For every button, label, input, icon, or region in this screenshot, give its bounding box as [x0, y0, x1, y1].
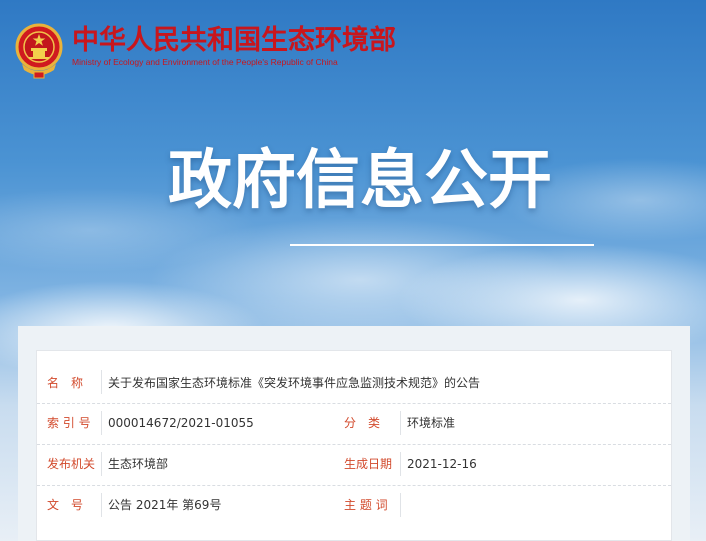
- divider: [101, 451, 102, 476]
- info-row-name: 名 称 关于发布国家生态环境标准《突发环境事件应急监测技术规范》的公告: [37, 363, 671, 401]
- divider: [101, 410, 102, 435]
- category-value: 环境标准: [407, 416, 456, 430]
- title-underline: [290, 244, 594, 246]
- subject-label: 主 题 词: [344, 498, 388, 512]
- site-header: 中华人民共和国生态环境部 Ministry of Ecology and Env…: [14, 20, 396, 82]
- info-row-docno: 文 号 公告 2021年 第69号 主 题 词: [37, 485, 671, 523]
- org-name-en[interactable]: Ministry of Ecology and Environment of t…: [72, 56, 396, 68]
- issuer-value: 生态环境部: [108, 457, 169, 471]
- divider: [400, 451, 401, 476]
- divider: [400, 410, 401, 435]
- info-row-issuer: 发布机关 生态环境部 生成日期 2021-12-16: [37, 444, 671, 482]
- info-row-index: 索 引 号 000014672/2021-01055 分 类 环境标准: [37, 403, 671, 441]
- docno-value: 公告 2021年 第69号: [108, 498, 222, 512]
- date-value: 2021-12-16: [407, 456, 477, 471]
- page-title: 政府信息公开: [168, 144, 552, 218]
- index-label: 索 引 号: [47, 416, 91, 430]
- divider: [101, 370, 102, 394]
- document-info-table: 名 称 关于发布国家生态环境标准《突发环境事件应急监测技术规范》的公告 索 引 …: [36, 350, 672, 541]
- issuer-label: 发布机关: [47, 457, 96, 471]
- org-name-cn[interactable]: 中华人民共和国生态环境部: [72, 26, 396, 56]
- docno-label: 文 号: [47, 498, 84, 512]
- brand[interactable]: 中华人民共和国生态环境部 Ministry of Ecology and Env…: [72, 26, 396, 68]
- name-label: 名 称: [47, 375, 84, 390]
- name-value: 关于发布国家生态环境标准《突发环境事件应急监测技术规范》的公告: [108, 375, 481, 390]
- national-emblem-icon[interactable]: [14, 20, 64, 82]
- date-label: 生成日期: [344, 457, 393, 471]
- category-label: 分 类: [344, 416, 381, 430]
- divider: [400, 492, 401, 517]
- index-value: 000014672/2021-01055: [108, 415, 254, 430]
- divider: [101, 492, 102, 517]
